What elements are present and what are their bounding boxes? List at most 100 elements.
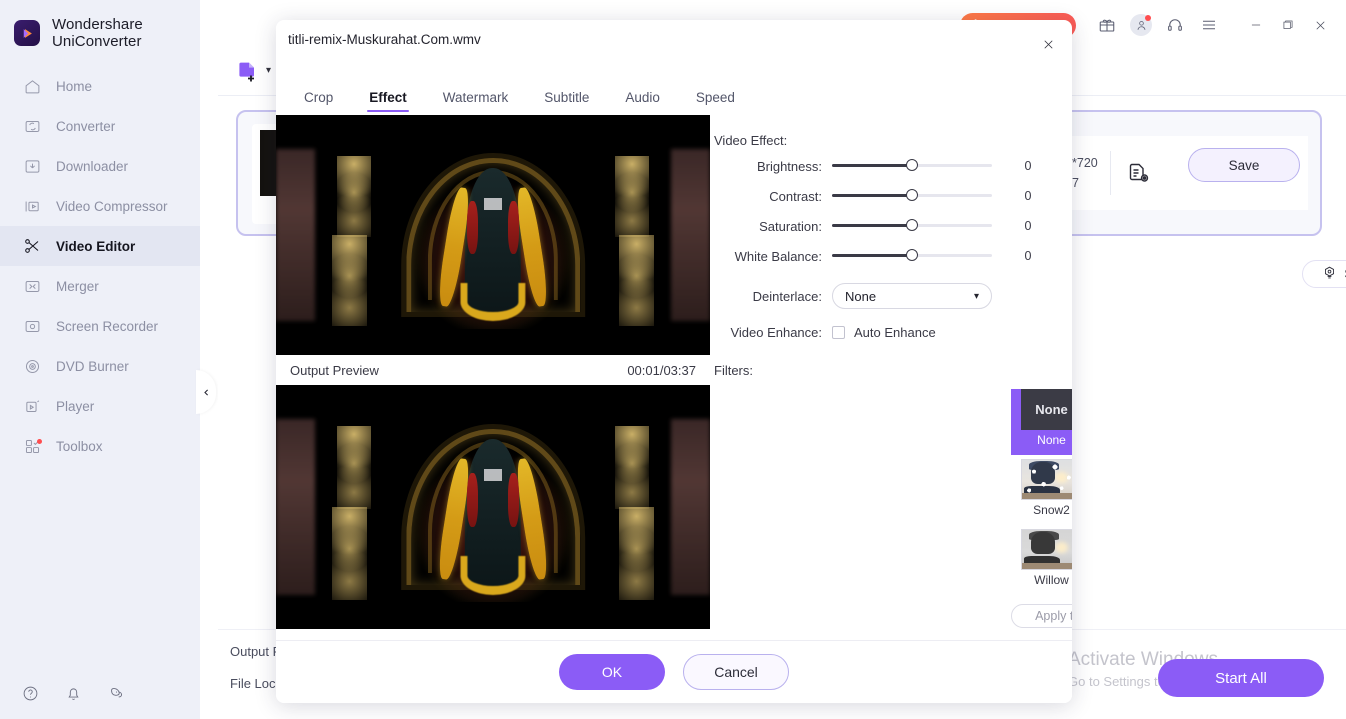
app-window: Wondershare UniConverter Home Converter … [0, 0, 1346, 719]
sidebar: Wondershare UniConverter Home Converter … [0, 0, 200, 719]
tab-speed[interactable]: Speed [678, 82, 753, 112]
sidebar-nav: Home Converter Downloader Video Compress… [0, 66, 200, 466]
garland-red-left [466, 201, 479, 255]
sidebar-item-label: Screen Recorder [56, 318, 159, 334]
dialog-tabs: Crop Effect Watermark Subtitle Audio Spe… [286, 82, 753, 112]
dialog-title: titli-remix-Muskurahat.Com.wmv [288, 32, 481, 47]
file-duration: 7 [1072, 176, 1079, 190]
sidebar-item-toolbox[interactable]: Toolbox [0, 426, 200, 466]
sidebar-item-label: Downloader [56, 158, 129, 174]
output-preview-video[interactable]: Muskurahat HD [276, 385, 710, 629]
account-icon[interactable] [1124, 8, 1158, 42]
slider-thumb[interactable] [906, 219, 918, 231]
help-icon[interactable] [22, 685, 39, 705]
filter-thumbnail: None [1020, 389, 1072, 430]
filter-item-willow[interactable]: Willow [1011, 529, 1072, 589]
deinterlace-label: Deinterlace: [752, 288, 822, 304]
garland-red-right [507, 472, 520, 527]
sidebar-item-downloader[interactable]: Downloader [0, 146, 200, 186]
letterbox-top [276, 115, 710, 142]
close-icon[interactable] [1034, 30, 1062, 58]
slider-thumb[interactable] [906, 249, 918, 261]
auto-enhance-checkbox[interactable] [832, 325, 845, 339]
contrast-slider[interactable] [832, 181, 992, 211]
brightness-label: Brightness: [756, 158, 822, 174]
letterbox-bottom [276, 328, 710, 355]
converter-icon [22, 116, 42, 136]
sidebar-item-label: DVD Burner [56, 358, 129, 374]
effect-dialog: titli-remix-Muskurahat.Com.wmv Crop Effe… [276, 20, 1072, 703]
letterbox-bottom [276, 602, 710, 629]
merger-icon [22, 276, 42, 296]
restore-icon[interactable] [1272, 8, 1304, 42]
tab-subtitle[interactable]: Subtitle [526, 82, 607, 112]
brightness-slider[interactable] [832, 151, 992, 181]
headset-icon[interactable] [1158, 8, 1192, 42]
start-all-button[interactable]: Start All [1158, 659, 1324, 697]
slider-thumb[interactable] [906, 159, 918, 171]
tab-audio[interactable]: Audio [607, 82, 678, 112]
deinterlace-row: Deinterlace: None ▾ [710, 281, 992, 311]
deinterlace-select[interactable]: None ▾ [832, 283, 992, 309]
sidebar-item-label: Video Compressor [56, 198, 168, 214]
video-frame: Muskurahat HD [276, 385, 710, 629]
tab-crop[interactable]: Crop [286, 82, 351, 112]
settings-button[interactable]: Settings [1302, 260, 1346, 288]
tab-watermark[interactable]: Watermark [425, 82, 527, 112]
saturation-label: Saturation: [759, 218, 822, 234]
brightness-value: 0 [1024, 159, 1032, 173]
bell-icon[interactable] [65, 685, 82, 705]
gift-icon[interactable] [1090, 8, 1124, 42]
saturation-slider[interactable] [832, 211, 992, 241]
deinterlace-value: None [845, 288, 877, 304]
sidebar-item-video-compressor[interactable]: Video Compressor [0, 186, 200, 226]
filter-thumbnail [1020, 529, 1072, 570]
lamp-bottom-right [618, 507, 654, 600]
filter-item-snow2[interactable]: Snow2 [1011, 459, 1072, 525]
preview-column: Muskurahat HD Output Preview 00:01/03:37 [276, 115, 710, 703]
account-badge-dot [1145, 15, 1151, 21]
ok-button[interactable]: OK [559, 654, 665, 690]
pillar-right [670, 419, 710, 595]
hamburger-menu-icon[interactable] [1192, 8, 1226, 42]
video-effect-section-label: Video Effect: [714, 133, 788, 148]
minimize-icon[interactable] [1240, 8, 1272, 42]
sidebar-item-label: Merger [56, 278, 99, 294]
video-enhance-label: Video Enhance: [730, 324, 822, 340]
contrast-row: Contrast: 0 [710, 181, 1050, 211]
slider-thumb[interactable] [906, 189, 918, 201]
add-file-chevron-down-icon[interactable]: ▾ [266, 65, 271, 76]
garland-red-right [507, 201, 520, 255]
add-file-icon[interactable] [234, 57, 262, 85]
feedback-icon[interactable] [108, 685, 125, 705]
sidebar-collapse-handle[interactable] [196, 370, 216, 414]
sidebar-item-home[interactable]: Home [0, 66, 200, 106]
white-balance-slider[interactable] [832, 241, 992, 271]
app-name: Wondershare UniConverter [52, 16, 143, 50]
sidebar-item-dvd-burner[interactable]: DVD Burner [0, 346, 200, 386]
auto-enhance-label: Auto Enhance [854, 324, 936, 340]
sidebar-item-merger[interactable]: Merger [0, 266, 200, 306]
lamp-top-right [614, 155, 650, 238]
output-preview-bar: Output Preview 00:01/03:37 [276, 355, 710, 385]
save-button[interactable]: Save [1188, 148, 1300, 182]
sidebar-item-converter[interactable]: Converter [0, 106, 200, 146]
apply-to-all-button[interactable]: Apply to All [1011, 604, 1072, 628]
filter-item-none[interactable]: None None [1011, 389, 1072, 455]
close-icon[interactable] [1304, 8, 1336, 42]
chevron-down-icon: ▾ [973, 290, 979, 302]
sidebar-item-video-editor[interactable]: Video Editor [0, 226, 200, 266]
sidebar-item-label: Toolbox [56, 438, 103, 454]
filters-grid-container[interactable]: None None Holiday Septem... Snow2 [1011, 389, 1072, 589]
file-settings-icon[interactable] [1111, 161, 1167, 185]
home-icon [22, 76, 42, 96]
tab-effect[interactable]: Effect [351, 82, 425, 112]
source-preview-video[interactable]: Muskurahat HD [276, 115, 710, 355]
sidebar-item-player[interactable]: Player [0, 386, 200, 426]
slider-fill [832, 164, 912, 167]
filter-thumbnail [1020, 459, 1072, 500]
garland-red-left [466, 472, 479, 527]
sidebar-item-label: Video Editor [56, 238, 136, 254]
sidebar-item-screen-recorder[interactable]: Screen Recorder [0, 306, 200, 346]
cancel-button[interactable]: Cancel [683, 654, 789, 690]
